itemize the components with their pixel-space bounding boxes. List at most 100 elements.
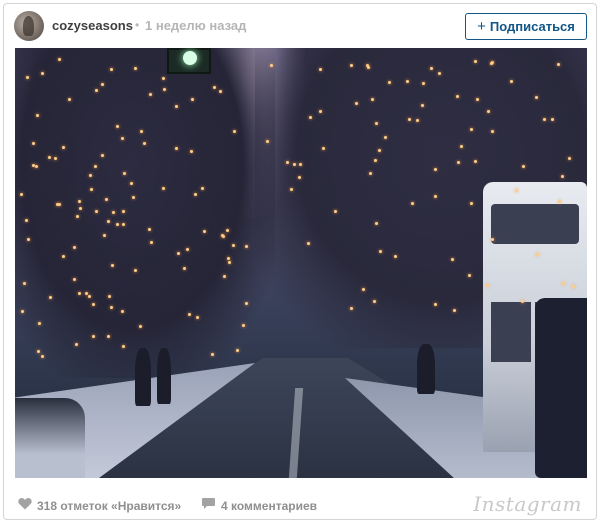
photo-dark-car bbox=[535, 298, 587, 478]
string-light bbox=[22, 281, 26, 285]
post-header: cozyseasons • 1 неделю назад + Подписать… bbox=[4, 4, 596, 48]
string-light bbox=[56, 202, 59, 206]
photo-pedestrian bbox=[157, 348, 171, 404]
string-light bbox=[475, 98, 479, 102]
string-light bbox=[265, 140, 269, 144]
follow-button[interactable]: + Подписаться bbox=[465, 13, 587, 40]
string-light bbox=[368, 171, 372, 175]
string-light bbox=[75, 214, 79, 218]
string-light bbox=[245, 244, 249, 248]
string-light bbox=[456, 160, 460, 164]
string-light bbox=[121, 222, 125, 226]
string-light bbox=[459, 144, 463, 148]
post-photo[interactable] bbox=[15, 48, 587, 478]
string-light bbox=[34, 164, 38, 168]
string-light bbox=[48, 295, 52, 299]
string-light bbox=[90, 187, 94, 191]
string-light bbox=[161, 76, 165, 80]
string-light bbox=[109, 305, 113, 309]
string-light bbox=[26, 238, 30, 242]
string-light bbox=[110, 263, 114, 267]
string-light bbox=[106, 334, 110, 338]
string-light bbox=[473, 159, 477, 163]
string-light bbox=[521, 165, 525, 169]
string-light bbox=[534, 95, 538, 99]
string-light bbox=[101, 82, 105, 86]
separator-dot: • bbox=[135, 18, 140, 32]
string-light bbox=[222, 274, 226, 278]
string-light bbox=[203, 229, 207, 233]
string-light bbox=[469, 127, 473, 131]
string-light bbox=[220, 234, 224, 238]
string-light bbox=[53, 156, 57, 160]
string-light bbox=[31, 141, 35, 145]
instagram-logo[interactable]: Instagram bbox=[473, 492, 582, 516]
likes-label: 318 отметок «Нравится» bbox=[37, 499, 182, 513]
string-light bbox=[561, 281, 565, 285]
username-link[interactable]: cozyseasons bbox=[52, 18, 133, 33]
string-light bbox=[550, 117, 554, 121]
string-light bbox=[148, 92, 152, 96]
string-light bbox=[75, 342, 79, 346]
comments-count[interactable]: 4 комментариев bbox=[201, 497, 317, 515]
traffic-light bbox=[167, 48, 211, 74]
string-light bbox=[162, 87, 166, 91]
string-light bbox=[434, 167, 437, 171]
string-light bbox=[298, 163, 302, 167]
instagram-embed-card: cozyseasons • 1 неделю назад + Подписать… bbox=[3, 3, 597, 520]
string-light bbox=[235, 348, 239, 352]
string-light bbox=[383, 135, 387, 139]
string-light bbox=[122, 344, 126, 348]
string-light bbox=[433, 195, 437, 199]
comments-label: 4 комментариев bbox=[221, 499, 318, 513]
likes-count[interactable]: 318 отметок «Нравится» bbox=[18, 497, 181, 515]
string-light bbox=[48, 155, 52, 159]
photo-snowy-car bbox=[15, 398, 85, 478]
follow-label: Подписаться bbox=[489, 19, 575, 34]
string-light bbox=[190, 149, 194, 153]
string-light bbox=[133, 66, 137, 70]
string-light bbox=[121, 209, 125, 213]
string-light bbox=[102, 233, 106, 237]
heart-icon bbox=[18, 497, 32, 515]
string-light bbox=[139, 129, 143, 133]
string-light bbox=[231, 243, 235, 247]
string-light bbox=[318, 67, 322, 71]
string-light bbox=[109, 67, 113, 71]
string-light bbox=[373, 299, 377, 303]
string-light bbox=[308, 116, 312, 120]
string-light bbox=[40, 355, 44, 359]
string-light bbox=[557, 199, 561, 203]
photo-trees-left bbox=[15, 48, 275, 378]
string-light bbox=[104, 198, 108, 202]
string-light bbox=[387, 80, 391, 84]
post-footer: 318 отметок «Нравится» 4 комментариев In… bbox=[4, 486, 596, 520]
string-light bbox=[132, 195, 136, 199]
string-light bbox=[225, 228, 229, 232]
string-light bbox=[455, 95, 459, 99]
string-light bbox=[289, 187, 293, 191]
photo-pedestrian bbox=[417, 344, 435, 394]
string-light bbox=[176, 252, 180, 256]
string-light bbox=[520, 299, 524, 303]
string-light bbox=[468, 273, 472, 277]
string-light bbox=[437, 71, 441, 75]
string-light bbox=[24, 219, 28, 223]
string-light bbox=[31, 163, 35, 167]
string-light bbox=[233, 129, 237, 133]
string-light bbox=[298, 175, 302, 179]
string-light bbox=[510, 79, 514, 83]
string-light bbox=[269, 64, 273, 68]
string-light bbox=[318, 110, 322, 114]
string-light bbox=[200, 186, 204, 190]
string-light bbox=[35, 113, 39, 117]
plus-icon: + bbox=[477, 18, 486, 35]
string-light bbox=[91, 334, 95, 338]
string-light bbox=[196, 315, 200, 319]
string-light bbox=[94, 209, 98, 213]
user-avatar[interactable] bbox=[14, 11, 44, 41]
post-timestamp[interactable]: 1 неделю назад bbox=[145, 18, 246, 33]
string-light bbox=[429, 67, 433, 71]
string-light bbox=[486, 283, 490, 287]
string-light bbox=[91, 303, 95, 307]
